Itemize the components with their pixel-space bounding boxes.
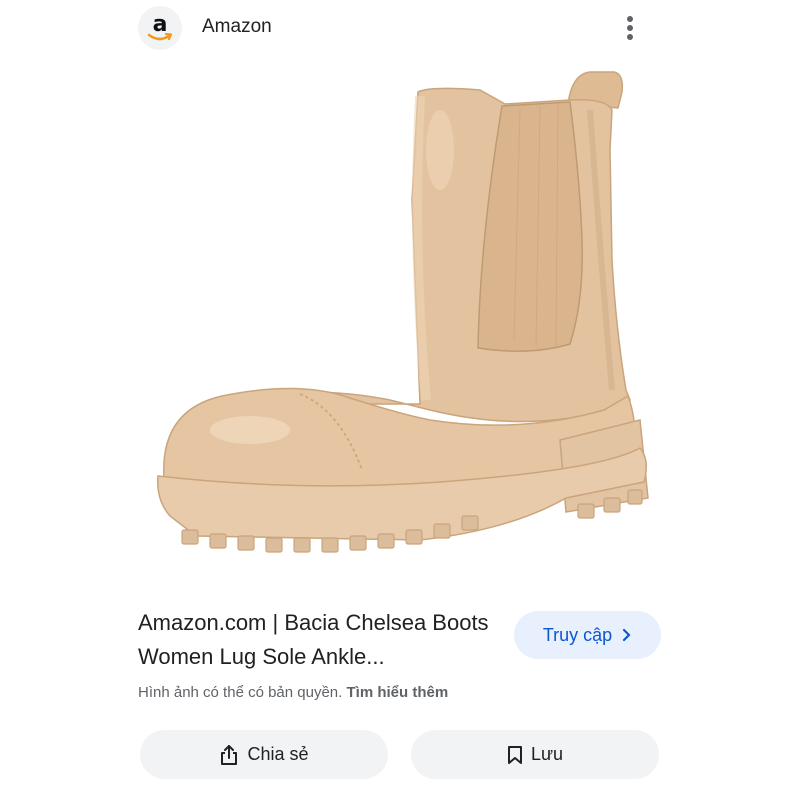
result-title[interactable]: Amazon.com | Bacia Chelsea Boots Women L…	[138, 606, 498, 674]
copyright-text: Hình ảnh có thể có bản quyền.	[138, 684, 343, 701]
image-viewer-page: a Amazon Amazon.com | Bacia Chelsea Boot…	[0, 0, 800, 800]
chelsea-boot-illustration	[157, 71, 649, 553]
bookmark-icon	[507, 745, 522, 764]
save-button[interactable]: Lưu	[411, 730, 659, 779]
product-image[interactable]	[118, 66, 682, 582]
amazon-logo-icon[interactable]: a	[138, 6, 182, 50]
source-header: a Amazon	[0, 0, 800, 56]
share-button[interactable]: Chia sẻ	[140, 730, 388, 779]
chevron-right-icon	[623, 628, 631, 642]
copyright-notice: Hình ảnh có thể có bản quyền. Tìm hiểu t…	[138, 684, 448, 701]
save-button-label: Lưu	[530, 744, 564, 764]
visit-button-label: Truy cập	[542, 624, 613, 645]
more-options-icon[interactable]	[612, 8, 648, 48]
source-name[interactable]: Amazon	[202, 16, 272, 38]
share-button-label: Chia sẻ	[247, 744, 309, 764]
visit-button[interactable]: Truy cập	[514, 611, 661, 659]
learn-more-link[interactable]: Tìm hiểu thêm	[347, 684, 449, 701]
smile-arrow-icon	[148, 33, 172, 41]
share-icon	[221, 744, 238, 765]
